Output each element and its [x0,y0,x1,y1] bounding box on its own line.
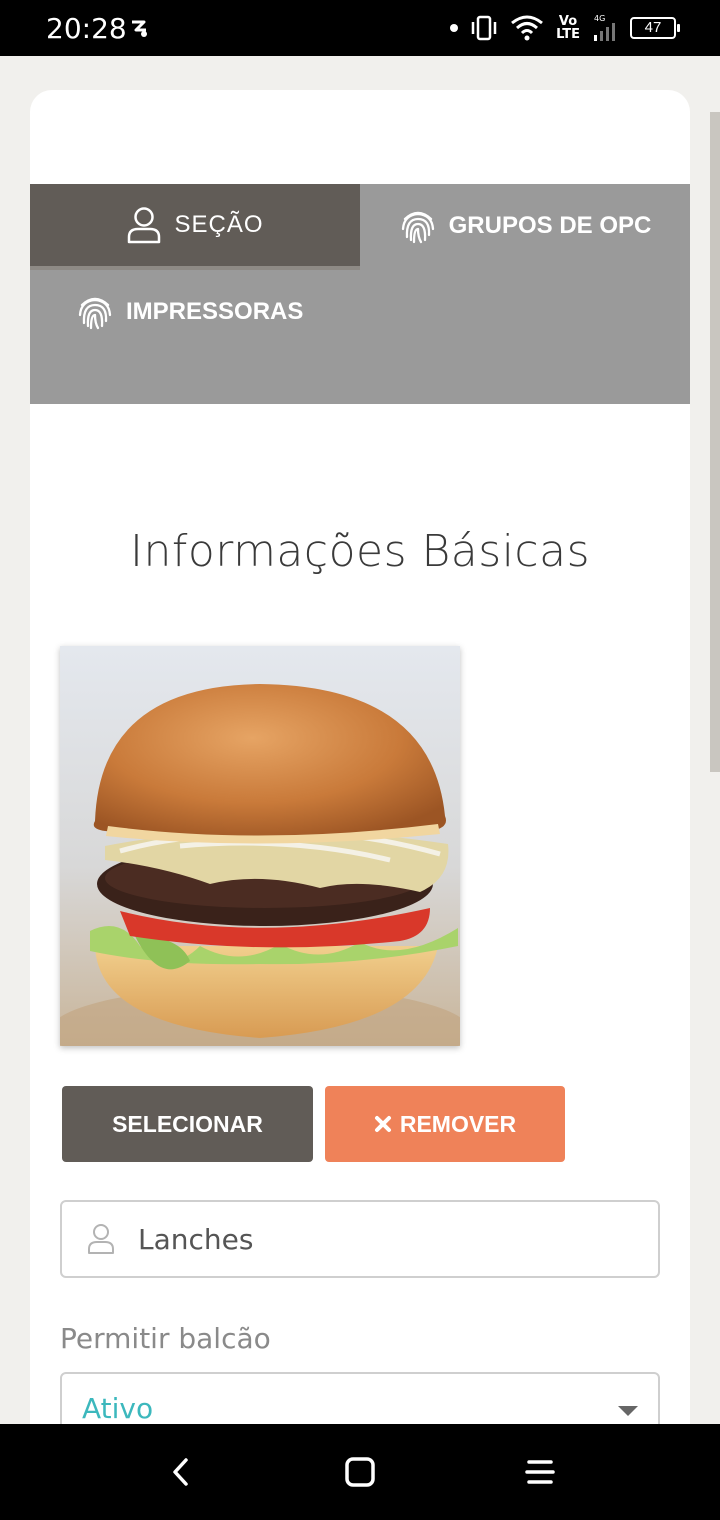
counter-select-value: Ativo [82,1392,154,1425]
tab-grupos-label: GRUPOS DE OPC [448,212,652,239]
page-scrollbar[interactable] [710,112,720,772]
home-button[interactable] [340,1452,380,1492]
tab-grupos-de-opc[interactable]: GRUPOS DE OPC [360,184,690,268]
volte-indicator: Vo LTE [556,14,580,42]
tab-impressoras-label: IMPRESSORAS [126,298,304,325]
data-saver-icon [132,20,147,37]
system-nav-bar [0,1424,720,1520]
section-title: Informações Básicas [129,526,590,577]
notification-dot-icon [450,24,459,32]
back-button[interactable] [160,1452,200,1492]
battery-indicator: 47 [630,17,680,39]
signal-icon: 4G [594,14,615,41]
select-image-label: SELECIONAR [112,1110,263,1137]
remove-image-button[interactable]: REMOVER [325,1086,565,1162]
select-image-button[interactable]: SELECIONAR [62,1086,313,1162]
user-icon [128,207,161,244]
close-icon [374,1116,391,1132]
vibrate-icon [471,15,497,41]
chevron-down-icon [618,1406,638,1416]
tab-bar: SEÇÃO GRUPOS DE OPC IMPRESSORAS [30,184,690,404]
section-name-input[interactable]: Lanches [60,1200,660,1278]
fingerprint-icon [78,297,112,330]
status-time: 20:28 [46,12,127,45]
remove-image-label: REMOVER [399,1110,517,1137]
menu-icon [525,1460,555,1484]
home-icon [345,1457,375,1487]
section-name-value: Lanches [138,1222,254,1256]
status-bar: 20:28 Vo LTE 4G 47 [0,0,720,56]
tab-secao-label: SEÇÃO [174,211,264,238]
counter-field-label: Permitir balcão [60,1322,271,1355]
tab-secao[interactable]: SEÇÃO [30,184,360,270]
wifi-icon [511,15,544,41]
product-image[interactable] [60,646,460,1046]
form-card: SEÇÃO GRUPOS DE OPC IMPRESSORAS Informaç… [30,90,690,1490]
svg-text:4G: 4G [594,14,605,23]
fingerprint-icon [401,211,434,244]
burger-photo [60,646,460,1046]
recents-button[interactable] [520,1452,560,1492]
user-icon [88,1224,114,1254]
tab-impressoras[interactable]: IMPRESSORAS [76,288,303,336]
back-icon [173,1458,188,1486]
